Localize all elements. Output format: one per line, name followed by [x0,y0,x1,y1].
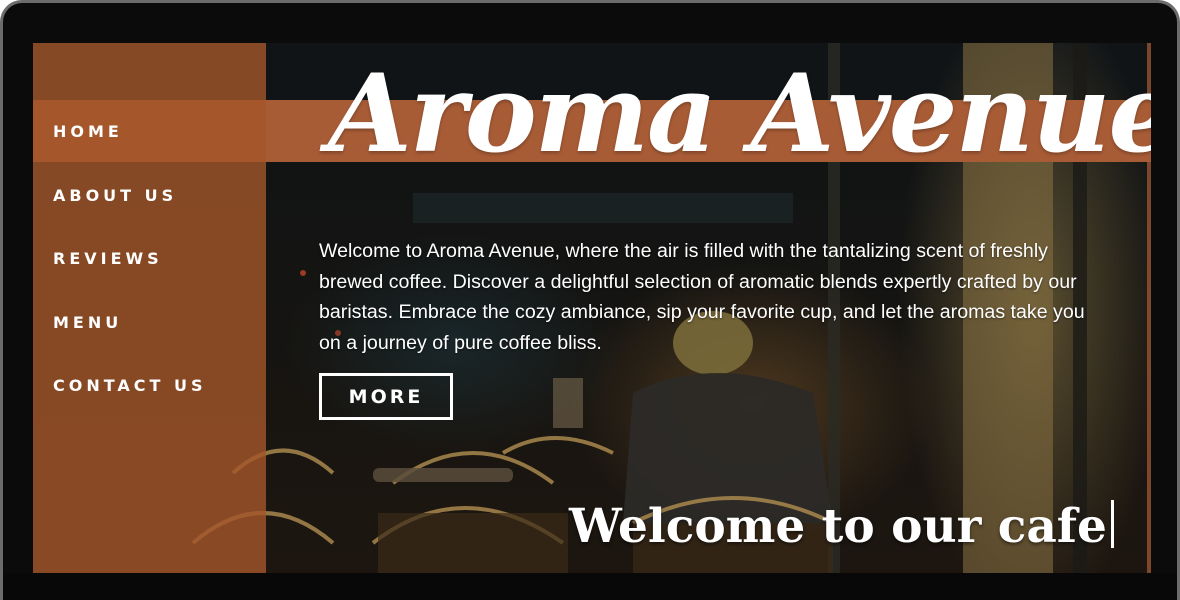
more-button[interactable]: MORE [319,373,453,420]
device-frame: HOME ABOUT US REVIEWS MENU CONTACT US Ar… [0,0,1180,600]
nav-item-home[interactable]: HOME [33,100,266,164]
nav-item-menu[interactable]: MENU [33,291,266,355]
website-screen: HOME ABOUT US REVIEWS MENU CONTACT US Ar… [33,43,1151,573]
welcome-heading-text: Welcome to our cafe [569,499,1107,554]
welcome-heading: Welcome to our cafe [569,495,1114,559]
intro-paragraph: Welcome to Aroma Avenue, where the air i… [319,240,1085,354]
nav-item-about-us[interactable]: ABOUT US [33,164,266,228]
device-bottom-bezel [3,573,1177,600]
typing-caret [1110,500,1114,548]
nav-item-reviews[interactable]: REVIEWS [33,227,266,291]
main-navigation: HOME ABOUT US REVIEWS MENU CONTACT US [33,100,266,418]
nav-item-contact-us[interactable]: CONTACT US [33,354,266,418]
site-title: Aroma Avenue [328,51,1151,177]
